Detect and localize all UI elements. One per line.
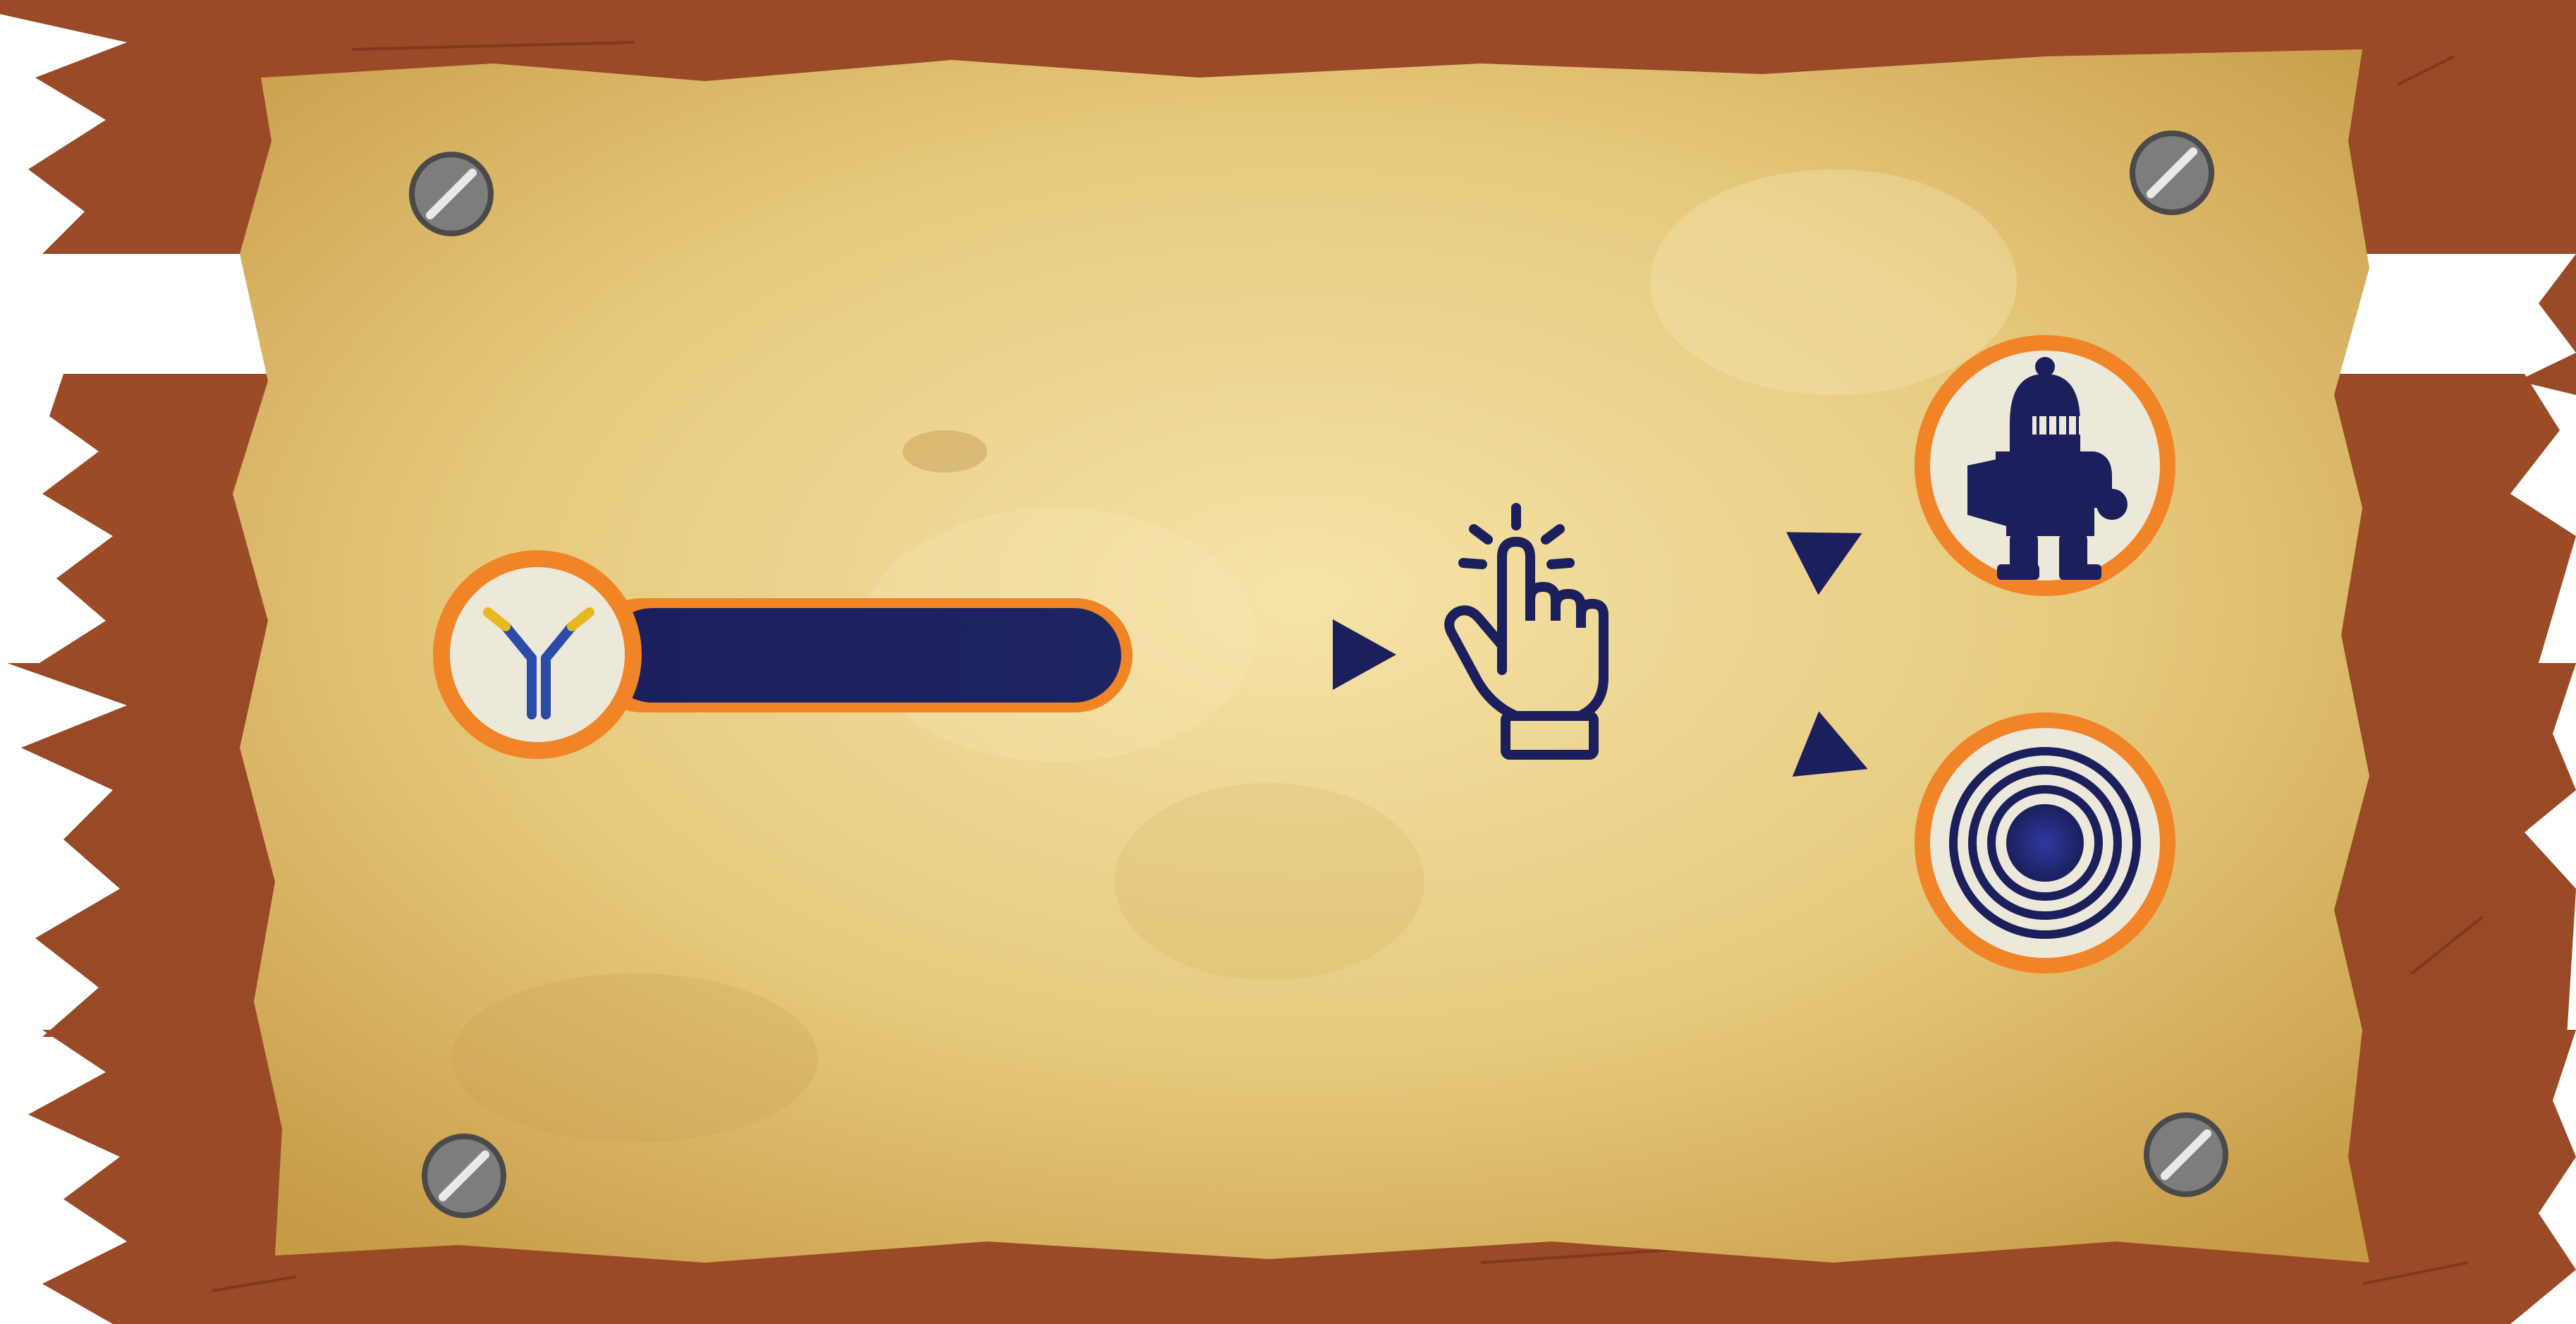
screw-top-right — [2130, 130, 2214, 215]
screw-top-left — [409, 152, 494, 236]
notice-board-scene — [0, 0, 2576, 1324]
outcome-target-badge — [1915, 712, 2175, 973]
screw-bottom-left — [422, 1134, 506, 1218]
progress-bar-fill — [605, 608, 1121, 703]
antibody-badge — [433, 550, 642, 759]
outcome-knight-badge — [1915, 335, 2175, 596]
screw-bottom-right — [2144, 1112, 2228, 1197]
progress-bar — [585, 598, 1133, 712]
